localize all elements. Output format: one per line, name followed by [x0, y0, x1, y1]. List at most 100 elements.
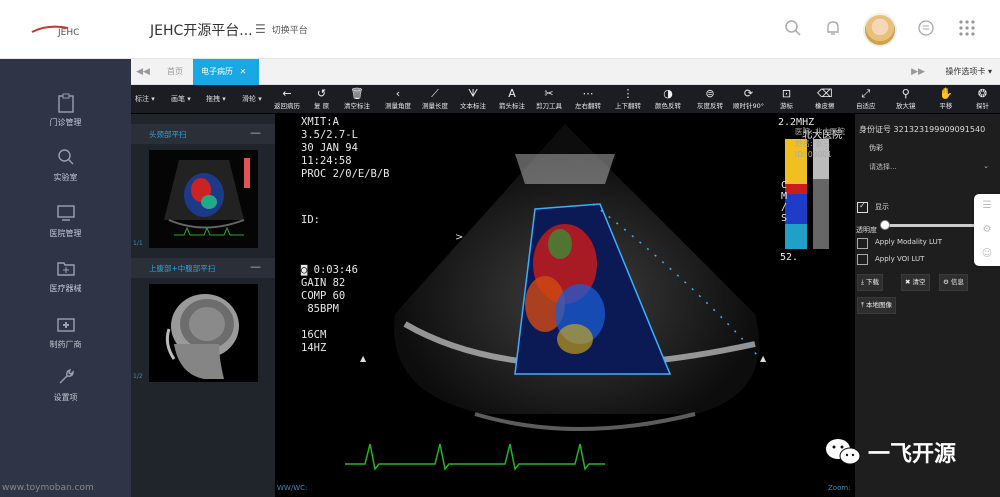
svg-text:▲: ▲ — [760, 354, 767, 363]
sidebar-item-outpatient[interactable]: 门诊管理 — [0, 93, 131, 128]
annotate-dropdown[interactable]: 标注 ▾ — [135, 94, 155, 104]
info-button[interactable]: ⚙ 信息 — [939, 274, 968, 291]
wrench-icon — [56, 368, 76, 388]
fit-button[interactable]: ⤢ 自适应 — [856, 87, 876, 110]
series-title: 上腹部+中腹部平扫 — [149, 264, 216, 273]
avatar[interactable] — [863, 13, 897, 47]
font-icon: A — [508, 87, 516, 100]
tab-home[interactable]: 首页 — [159, 59, 191, 85]
collapse-icon[interactable]: — — [250, 126, 261, 139]
rotate-cw-button[interactable]: ⟳ 顺时针90° — [733, 87, 764, 110]
chat-icon[interactable] — [916, 19, 936, 39]
overlay-name: 姓名: 张三 — [795, 139, 830, 148]
show-checkbox[interactable]: ✓ — [857, 201, 868, 213]
sidebar-item-lab[interactable]: 实验室 — [0, 148, 131, 183]
sidebar-item-pharma[interactable]: 制药厂商 — [0, 315, 131, 350]
chevron-down-icon: ⌄ — [983, 162, 989, 170]
wechat-icon — [826, 439, 861, 465]
tab-next-icon[interactable]: ▶▶ — [906, 59, 930, 85]
floating-toolbox: ☰ ⚙ ☺ — [974, 194, 1000, 266]
watermark-text: 一飞开源 — [868, 442, 957, 467]
modality-lut-label: Apply Modality LUT — [875, 238, 942, 246]
upload-icon: ⤒ — [861, 301, 864, 309]
opacity-slider-handle[interactable] — [880, 220, 890, 230]
scissors-icon: ✂ — [544, 87, 554, 100]
angle-icon: ‹ — [395, 87, 401, 100]
eraser-icon: ⌫ — [816, 87, 833, 100]
clear-annotations-button[interactable]: 🗑 清空标注 — [344, 87, 370, 110]
tab-emr[interactable]: 电子病历 ✕ — [193, 59, 259, 85]
sidebar-item-settings[interactable]: 设置项 — [0, 368, 131, 403]
folder-plus-icon — [56, 259, 76, 279]
sidebar: 门诊管理 实验室 医院管理 医疗器械 制药厂商 设置项 — [0, 59, 131, 497]
measure-length-button[interactable]: ⟋ 测量长度 — [422, 87, 448, 110]
modality-lut-checkbox[interactable] — [857, 238, 868, 249]
menu-icon[interactable]: ☰ — [255, 22, 266, 36]
cursor-button[interactable]: ⊡ 游标 — [780, 87, 793, 110]
collapse-icon[interactable]: — — [250, 260, 261, 273]
series-header[interactable]: 上腹部+中腹部平扫 — — [131, 258, 275, 278]
overlay-id: ID: — [301, 214, 320, 226]
sidebar-item-label: 门诊管理 — [49, 118, 82, 127]
eraser-button[interactable]: ⌫ 橡皮擦 — [815, 87, 835, 110]
sidebar-item-devices[interactable]: 医疗器械 — [0, 259, 131, 294]
tab-operations[interactable]: 操作选项卡 ▾ — [945, 59, 992, 85]
image-viewport[interactable]: > ▲ ▲ XMIT:A 3.5/2.7-L 30 JAN 94 11:24:5… — [275, 114, 855, 497]
pan-button[interactable]: ✋ 平移 — [939, 87, 953, 110]
text-annotation-button[interactable]: ᗐ 文本标注 — [460, 87, 486, 110]
gear-icon[interactable]: ⚙ — [974, 218, 1000, 242]
monitor-icon — [56, 204, 76, 224]
voi-lut-checkbox[interactable] — [857, 254, 868, 265]
magnifier-button[interactable]: ⚲ 放大镜 — [896, 87, 916, 110]
series-thumbnail-mri[interactable] — [149, 284, 258, 382]
clipboard-icon — [56, 93, 76, 113]
color-invert-button[interactable]: ◑ 颜色反转 — [655, 87, 681, 110]
arrow-left-icon: ← — [282, 87, 292, 100]
apps-grid-icon[interactable] — [957, 19, 977, 39]
switch-platform-label: 切换平台 — [271, 25, 308, 36]
flip-horizontal-button[interactable]: ⋯ 左右翻转 — [575, 87, 601, 110]
magnifier-icon: ⚲ — [901, 87, 910, 100]
search-icon[interactable] — [783, 19, 803, 39]
trash-icon: 🗑 — [350, 87, 364, 100]
download-button[interactable]: ⤓ 下载 — [857, 274, 883, 291]
patient-id-label: 身份证号 321323199909091540 — [859, 125, 986, 134]
pseudo-color-select[interactable]: 请选择... ⌄ — [869, 162, 989, 172]
search-icon — [56, 148, 76, 168]
gray-invert-button[interactable]: ⊜ 灰度反转 — [697, 87, 723, 110]
back-record-button[interactable]: ← 返回病历 — [274, 87, 300, 110]
tab-prev-icon[interactable]: ◀◀ — [131, 59, 155, 85]
window-level-readout: WW/WC: — [277, 484, 308, 492]
brand-logo[interactable]: JEHC — [28, 20, 108, 40]
user-icon[interactable]: ☺ — [974, 242, 1000, 266]
sidebar-item-hospital[interactable]: 医院管理 — [0, 204, 131, 239]
svg-text:JEHC: JEHC — [57, 28, 79, 38]
measure-angle-button[interactable]: ‹ 测量角度 — [385, 87, 411, 110]
brush-dropdown[interactable]: 画笔 ▾ — [171, 94, 191, 104]
switch-platform[interactable]: ☰ 切换平台 — [255, 22, 308, 36]
clear-button[interactable]: ✖ 清空 — [901, 274, 930, 291]
restore-button[interactable]: ↺ 复 原 — [314, 87, 329, 110]
arrow-annotation-button[interactable]: A 箭头标注 — [499, 87, 525, 110]
overlay-parameters: ◙ 0:03:46 GAIN 82 COMP 60 85BPM 16CM 14H… — [301, 264, 358, 354]
wheel-dropdown[interactable]: 滑轮 ▾ — [242, 94, 262, 104]
tab-bar: ◀◀ 首页 电子病历 ✕ ▶▶ 操作选项卡 ▾ — [131, 59, 1000, 85]
close-icon[interactable]: ✕ — [240, 67, 247, 76]
local-image-button[interactable]: ⤒ 本地图像 — [857, 297, 896, 314]
flip-vertical-button[interactable]: ⋮ 上下翻转 — [615, 87, 641, 110]
drag-dropdown[interactable]: 拖拽 ▾ — [206, 94, 226, 104]
series-header[interactable]: 头颈部平扫 — — [131, 124, 275, 144]
probe-button[interactable]: ❂ 探针 — [976, 87, 989, 110]
scissors-button[interactable]: ✂ 剪刀工具 — [536, 87, 562, 110]
bell-icon[interactable] — [823, 19, 843, 39]
pseudo-color-label: 伪彩 — [869, 144, 883, 152]
series-count: 1/1 — [133, 240, 143, 247]
chat-icon[interactable]: ☰ — [974, 194, 1000, 218]
tab-emr-label: 电子病历 — [201, 67, 233, 76]
svg-text:>: > — [455, 232, 463, 243]
series-thumbnail-ultrasound[interactable] — [149, 150, 258, 248]
viewer-toolbar: 标注 ▾ 画笔 ▾ 拖拽 ▾ 滑轮 ▾ ← 返回病历 ↺ 复 原 🗑 清空标注 ‹ 测量… — [131, 85, 1000, 114]
sidebar-item-label: 制药厂商 — [49, 340, 82, 349]
overlay-velocity-unit: C M / S — [781, 180, 788, 224]
text-annotate-icon: ᗐ — [467, 87, 479, 100]
